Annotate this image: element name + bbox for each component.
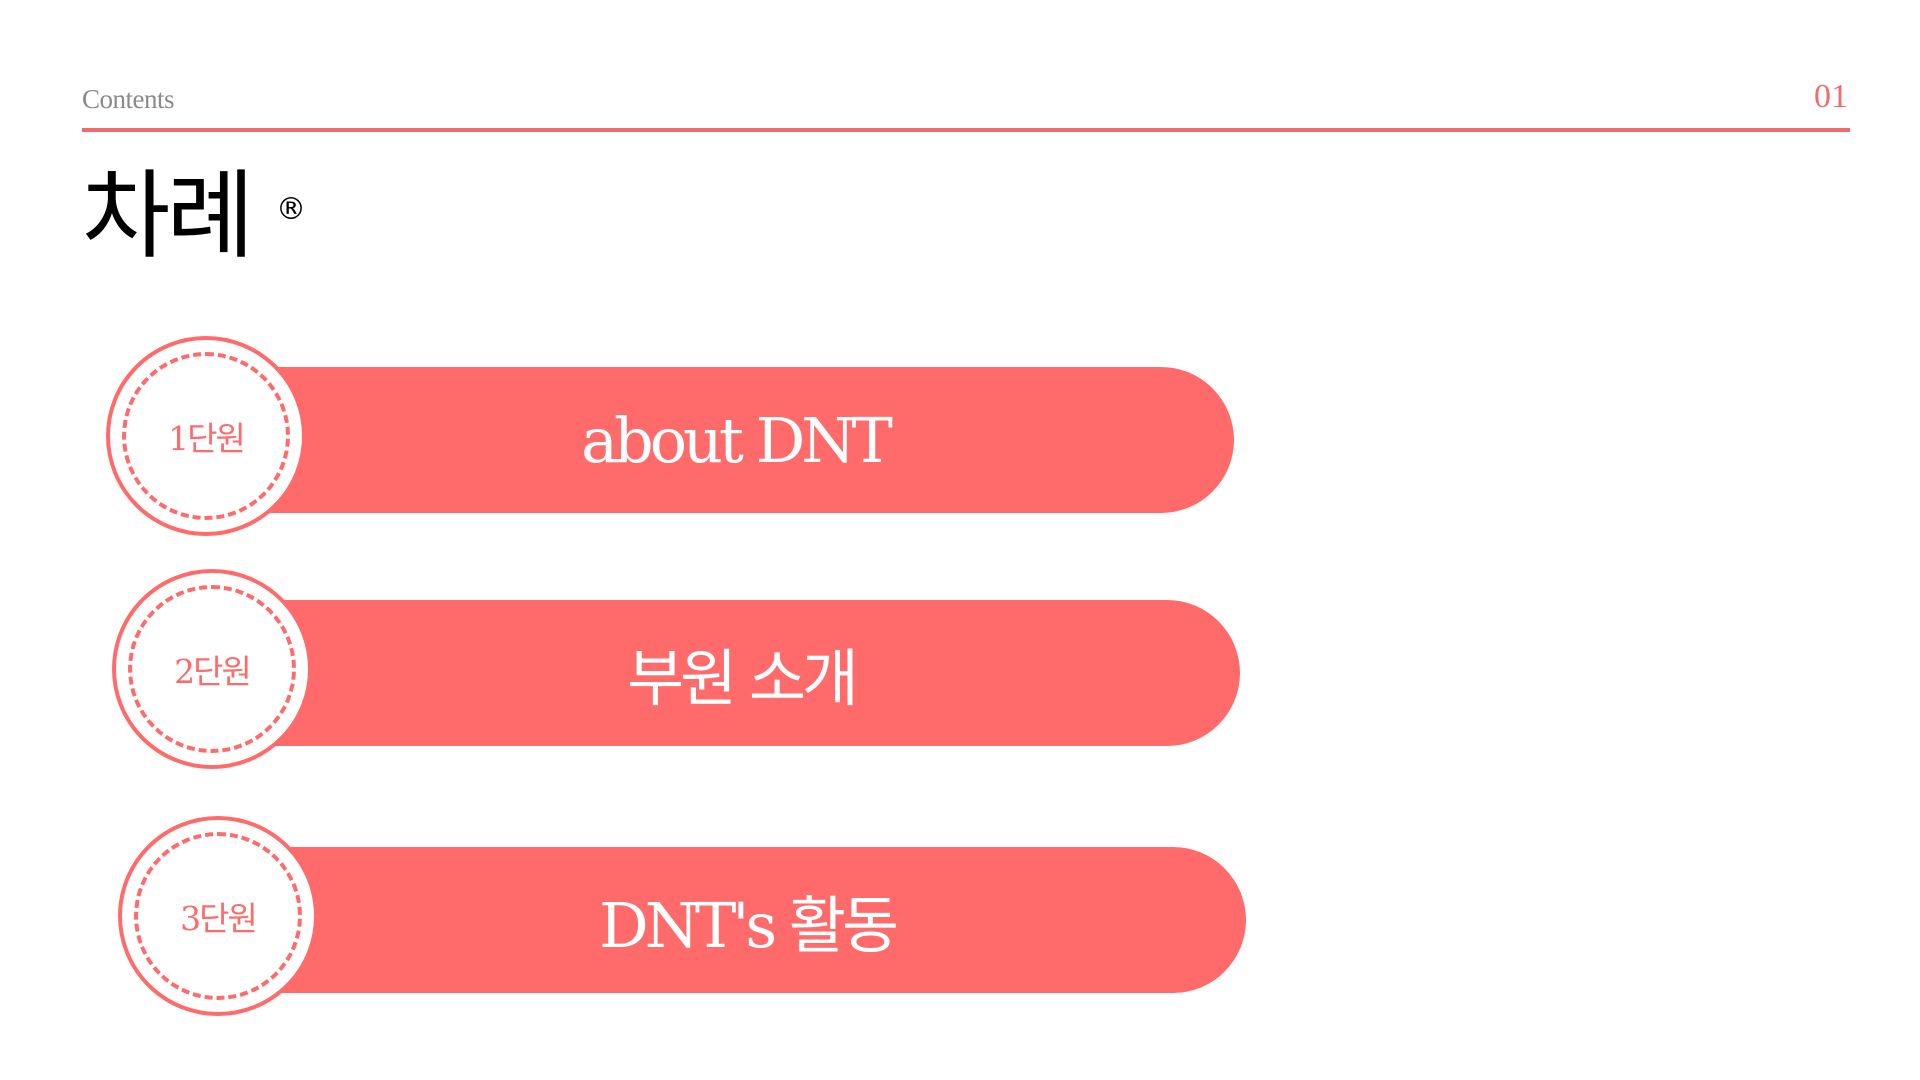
header-label: Contents: [82, 84, 175, 114]
unit-title: DNT's 활동: [599, 889, 899, 962]
page-title: 차례: [82, 160, 255, 272]
unit-title: 부원 소개: [627, 642, 859, 715]
unit-badge: 3단원: [118, 816, 318, 1016]
unit-number: 2단원: [174, 652, 252, 691]
unit-pill: DNT's 활동: [228, 847, 1246, 993]
unit-title: about DNT: [581, 403, 893, 477]
unit-pill: 부원 소개: [222, 600, 1240, 746]
registered-mark: ®: [276, 192, 306, 227]
unit-pill: about DNT: [216, 367, 1234, 513]
unit-number: 3단원: [180, 899, 258, 938]
unit-badge: 1단원: [106, 336, 306, 536]
header-rule: [82, 128, 1850, 132]
page-number: 01: [1814, 78, 1848, 115]
unit-number: 1단원: [168, 419, 246, 458]
unit-badge: 2단원: [112, 569, 312, 769]
